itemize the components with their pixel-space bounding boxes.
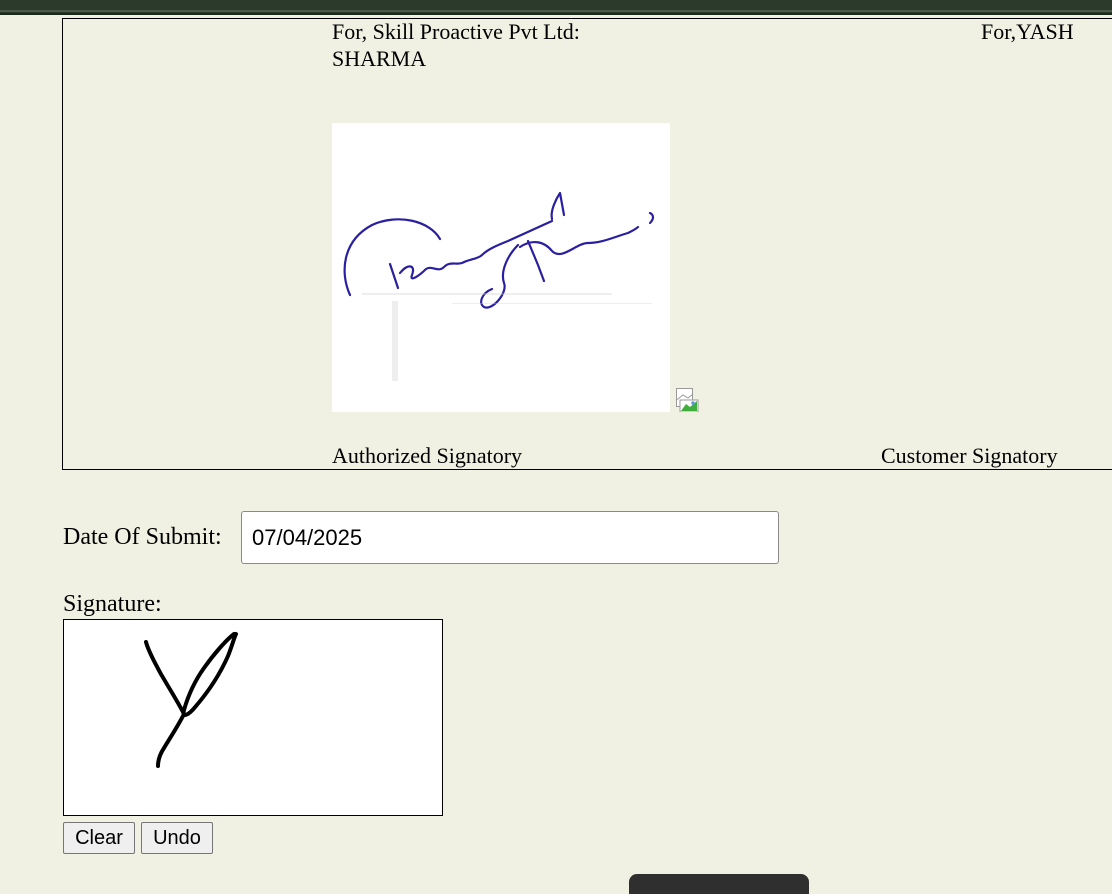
undo-button[interactable]: Undo (141, 822, 213, 854)
company-line: For, Skill Proactive Pvt Ltd: (332, 19, 580, 44)
date-of-submit-label: Date Of Submit: (63, 524, 222, 550)
broken-image-icon (676, 388, 700, 413)
top-bar (0, 0, 1112, 15)
authorized-signature-image (332, 123, 670, 412)
clear-button[interactable]: Clear (63, 822, 135, 854)
customer-line: For,YASH (981, 19, 1074, 44)
submit-button[interactable] (629, 874, 809, 894)
customer-signatory-label: Customer Signatory (881, 443, 1058, 468)
signature-label: Signature: (63, 591, 162, 617)
authorized-signatory-label: Authorized Signatory (332, 443, 523, 468)
customer-name-continued: SHARMA (332, 46, 427, 71)
top-bar-stripe (0, 10, 1112, 12)
date-of-submit-input[interactable] (241, 511, 779, 564)
signature-pad[interactable] (63, 619, 443, 816)
